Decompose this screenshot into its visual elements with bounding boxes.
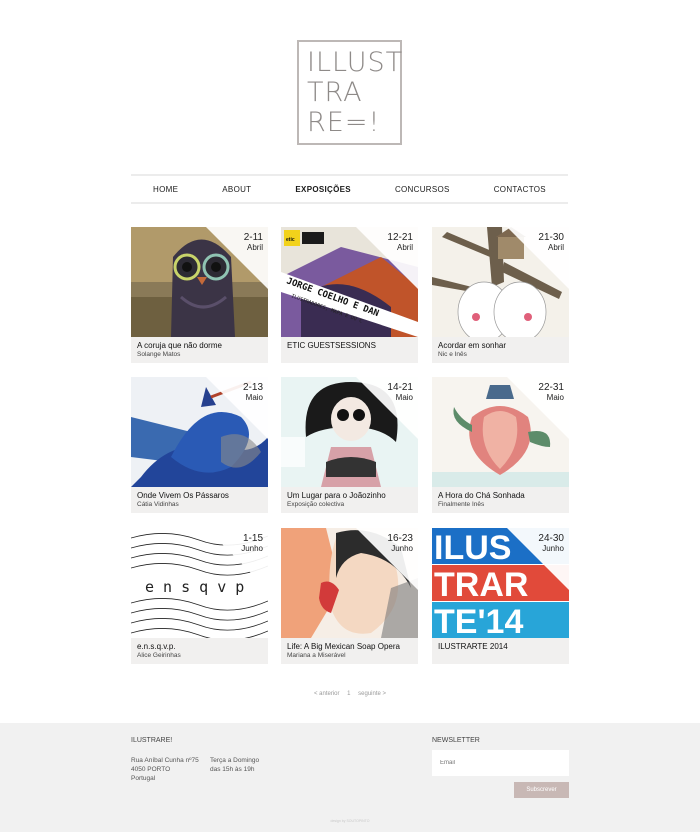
footer: ILUSTRARE! Rua Aníbal Cunha nº75 4050 PO…	[0, 723, 700, 832]
date-range: 16-23	[387, 533, 413, 544]
exhibition-date: 16-23 Junho	[387, 533, 413, 553]
etic-mark: etic	[286, 237, 295, 243]
footer-address: Rua Aníbal Cunha nº75 4050 PORTO Portuga…	[131, 756, 199, 783]
nav-exposicoes[interactable]: EXPOSIÇÕES	[295, 185, 350, 194]
logo-line-3: RE=!	[307, 107, 381, 138]
prev-link[interactable]: < anterior	[314, 691, 340, 697]
date-month: Abril	[246, 243, 263, 252]
date-month: Junho	[391, 544, 413, 553]
exhibition-card[interactable]: 21-30 Abril Acordar em sonhar Nic e Inês	[432, 227, 569, 363]
exhibition-title[interactable]: Acordar em sonhar	[438, 341, 506, 350]
exhibition-date: 2-13 Maio	[243, 382, 263, 402]
date-range: 21-30	[538, 232, 564, 243]
pagination: < anterior 1 seguinte >	[0, 691, 700, 697]
date-month: Maio	[245, 393, 263, 402]
date-range: 2-13	[242, 382, 263, 393]
date-range: 14-21	[387, 382, 413, 393]
next-link[interactable]: seguinte >	[358, 691, 386, 697]
newsletter-email-input[interactable]	[432, 750, 569, 776]
exhibition-title[interactable]: Um Lugar para o Joãozinho	[287, 491, 386, 500]
nav-about[interactable]: ABOUT	[222, 185, 251, 194]
exhibition-date: 21-30 Abril	[538, 232, 564, 252]
exhibition-card[interactable]: e n s q v p 1-15 Junho e.n.s.q.v.p. Alic…	[131, 528, 268, 664]
address-line: Rua Aníbal Cunha nº75	[131, 757, 199, 764]
site-logo[interactable]: ILLUST TRA RE=!	[297, 40, 402, 145]
nav-contactos[interactable]: CONTACTOS	[494, 185, 546, 194]
exhibition-card[interactable]: 2-13 Maio Onde Vivem Os Pássaros Cátia V…	[131, 377, 268, 513]
exhibition-title[interactable]: ETIC GUESTSESSIONS	[287, 341, 376, 350]
hours-line: Terça a Domingo	[210, 757, 260, 764]
date-range: 12-21	[387, 232, 413, 243]
address-line: 4050 PORTO	[131, 766, 171, 773]
exhibition-title[interactable]: e.n.s.q.v.p.	[137, 642, 176, 651]
exhibition-title[interactable]: A coruja que não dorme	[137, 341, 222, 350]
exhibition-author: Cátia Vidinhas	[137, 501, 179, 508]
exhibition-title[interactable]: Onde Vivem Os Pássaros	[137, 491, 229, 500]
exhibition-date: 22-31 Maio	[538, 382, 564, 402]
exhibition-title[interactable]: Life: A Big Mexican Soap Opera	[287, 642, 400, 651]
exhibition-date: 14-21 Maio	[387, 382, 413, 402]
exhibition-card[interactable]: 14-21 Maio Um Lugar para o Joãozinho Exp…	[281, 377, 418, 513]
exhibition-date: 12-21 Abril	[387, 232, 413, 252]
ilustrarte-art-line-3: TE'14	[434, 603, 523, 638]
date-month: Junho	[241, 544, 263, 553]
logo-line-2: TRA	[307, 77, 363, 108]
date-range: 2-11	[243, 232, 263, 243]
nav-concursos[interactable]: CONCURSOS	[395, 185, 450, 194]
main-nav: HOME ABOUT EXPOSIÇÕES CONCURSOS CONTACTO…	[131, 174, 568, 204]
exhibition-title[interactable]: A Hora do Chá Sonhada	[438, 491, 525, 500]
exhibition-date: 1-15 Junho	[241, 533, 263, 553]
exhibition-date: 24-30 Junho	[538, 533, 564, 553]
date-month: Abril	[547, 243, 564, 252]
date-month: Abril	[396, 243, 413, 252]
ilustrarte-art-line-2: TRAR	[434, 566, 528, 604]
exhibition-date: 2-11 Abril	[244, 232, 263, 252]
date-range: 22-31	[538, 382, 564, 393]
exhibition-author: Solange Matos	[137, 351, 181, 358]
exhibition-card[interactable]: 16-23 Junho Life: A Big Mexican Soap Ope…	[281, 528, 418, 664]
exhibition-card[interactable]: 22-31 Maio A Hora do Chá Sonhada Finalme…	[432, 377, 569, 513]
hours-line: das 15h às 19h	[210, 766, 255, 773]
exhibition-title[interactable]: ILUSTRARTE 2014	[438, 642, 508, 651]
exhibition-author: Nic e Inês	[438, 351, 467, 358]
exhibition-author: Alice Geirinhas	[137, 652, 181, 659]
footer-hours: Terça a Domingo das 15h às 19h	[210, 756, 259, 774]
date-month: Junho	[542, 544, 564, 553]
address-line: Portugal	[131, 775, 156, 782]
date-range: 24-30	[538, 533, 564, 544]
exhibition-card[interactable]: 2-11 Abril A coruja que não dorme Solang…	[131, 227, 268, 363]
newsletter-heading: NEWSLETTER	[432, 737, 480, 744]
date-range: 1-15	[242, 533, 263, 544]
page-number[interactable]: 1	[347, 691, 350, 697]
date-month: Maio	[546, 393, 564, 402]
subscribe-button[interactable]: Subscrever	[514, 782, 569, 798]
logo-line-1: ILLUST	[307, 47, 404, 78]
nav-home[interactable]: HOME	[153, 185, 178, 194]
ensqvp-art-text: e n s q v p	[145, 578, 244, 596]
exhibition-author: Finalmente Inês	[438, 501, 485, 508]
exhibition-card[interactable]: ILUS TRAR TE'14 24-30 Junho ILUSTRARTE 2…	[432, 528, 569, 664]
date-month: Maio	[395, 393, 413, 402]
exhibition-card[interactable]: etic JORGE COELHO E DAN ILUSTRADORES, MA…	[281, 227, 418, 363]
exhibition-author: Exposição colectiva	[287, 501, 345, 508]
ilustrarte-art-line-1: ILUS	[434, 529, 511, 567]
footer-credit[interactable]: design by SOUTOPINTO	[0, 819, 700, 823]
exhibition-author: Mariana a Miserável	[287, 652, 346, 659]
footer-brand: ILUSTRARE!	[131, 737, 173, 744]
